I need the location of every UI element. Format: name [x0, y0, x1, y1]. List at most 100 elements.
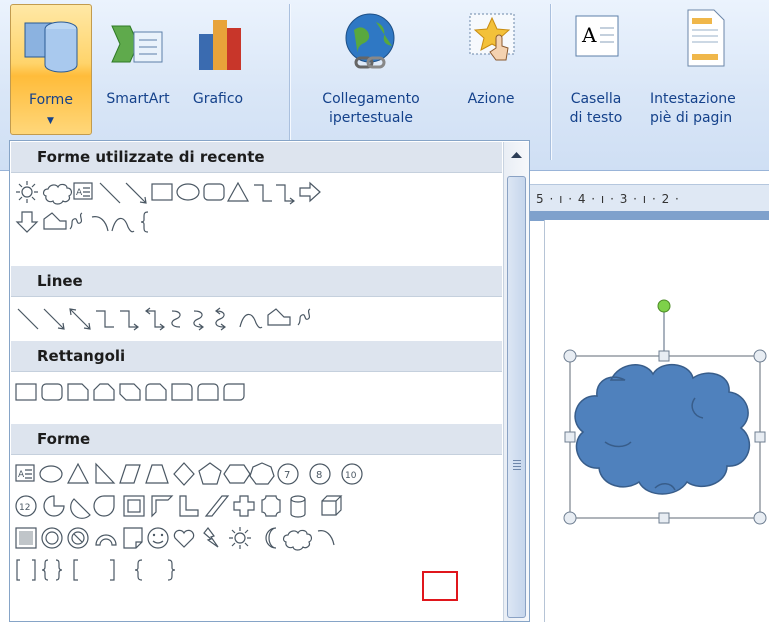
- curve-icon[interactable]: [111, 217, 135, 233]
- sun-icon[interactable]: [229, 527, 251, 549]
- rotate-handle[interactable]: [657, 299, 671, 313]
- diagonal-stripe-icon[interactable]: [204, 495, 230, 517]
- left-bracket-icon[interactable]: [73, 559, 78, 581]
- resize-handle[interactable]: [753, 511, 767, 525]
- right-bracket-icon[interactable]: [110, 559, 115, 581]
- elbow-connector-icon[interactable]: [254, 184, 272, 202]
- decagon-10-icon[interactable]: 10: [341, 463, 363, 485]
- elbow-arrow-connector-icon[interactable]: [276, 184, 295, 205]
- triangle-icon[interactable]: [67, 462, 89, 484]
- oval-icon[interactable]: [176, 183, 200, 201]
- dodecagon-12-icon[interactable]: 12: [15, 495, 37, 517]
- double-brace-icon[interactable]: [41, 559, 63, 581]
- right-brace-icon[interactable]: [167, 559, 176, 581]
- scroll-thumb[interactable]: [507, 176, 526, 618]
- no-symbol-icon[interactable]: [67, 527, 89, 549]
- rounded-rectangle-icon[interactable]: [41, 383, 63, 401]
- moon-icon[interactable]: [265, 527, 277, 549]
- plaque-icon[interactable]: [261, 495, 281, 517]
- resize-handle[interactable]: [563, 349, 577, 363]
- resize-handle[interactable]: [658, 350, 670, 362]
- snip-round-rectangle-icon[interactable]: [145, 383, 167, 401]
- snip-same-side-rectangle-icon[interactable]: [93, 383, 115, 401]
- cross-icon[interactable]: [233, 495, 255, 517]
- cube-icon[interactable]: [321, 495, 343, 516]
- curved-double-arrow-icon[interactable]: [215, 307, 226, 331]
- scroll-up-icon[interactable]: [507, 145, 526, 165]
- folded-corner-icon[interactable]: [123, 527, 143, 549]
- hexagon-icon[interactable]: [223, 464, 251, 484]
- shapes-button[interactable]: Forme ▼: [10, 4, 92, 135]
- cloud-shape-icon[interactable]: [282, 529, 313, 551]
- heart-icon[interactable]: [173, 529, 195, 548]
- pie-icon[interactable]: [43, 495, 65, 517]
- round-single-corner-rectangle-icon[interactable]: [171, 383, 193, 401]
- text-box-shape-icon[interactable]: A: [15, 464, 35, 482]
- rectangle-icon[interactable]: [151, 183, 173, 201]
- heptagon-7-icon[interactable]: 7: [277, 463, 299, 485]
- header-footer-button[interactable]: Intestazione piè di pagin: [640, 4, 769, 134]
- half-frame-icon[interactable]: [151, 495, 174, 518]
- l-shape-icon[interactable]: [179, 495, 199, 517]
- octagon-8-icon[interactable]: 8: [309, 463, 331, 485]
- chord-icon[interactable]: [70, 498, 91, 519]
- left-brace-icon[interactable]: [134, 559, 143, 581]
- elbow-arrow-connector-icon[interactable]: [120, 310, 139, 331]
- line-icon[interactable]: [99, 182, 121, 204]
- resize-handle[interactable]: [658, 512, 670, 524]
- can-icon[interactable]: [290, 495, 306, 518]
- smiley-face-icon[interactable]: [147, 527, 169, 549]
- arc-icon[interactable]: [317, 530, 335, 546]
- snip-corner-rectangle-icon[interactable]: [67, 383, 89, 401]
- rectangle-icon[interactable]: [15, 383, 37, 401]
- curved-arrow-connector-icon[interactable]: [193, 310, 204, 331]
- text-box-button[interactable]: A Casella di testo: [556, 4, 636, 134]
- rounded-rectangle-icon[interactable]: [203, 183, 225, 201]
- diamond-icon[interactable]: [173, 462, 195, 486]
- elbow-double-arrow-icon[interactable]: [145, 307, 165, 331]
- snip-diagonal-rectangle-icon[interactable]: [119, 383, 141, 401]
- line-icon[interactable]: [17, 308, 39, 330]
- down-arrow-icon[interactable]: [15, 211, 39, 233]
- parallelogram-icon[interactable]: [119, 464, 141, 484]
- trapezoid-icon[interactable]: [145, 464, 169, 484]
- cloud-fill[interactable]: [574, 364, 751, 495]
- cloud-icon[interactable]: [42, 183, 73, 205]
- oval-icon[interactable]: [39, 465, 63, 483]
- action-button[interactable]: Azione: [452, 4, 530, 134]
- block-arc-icon[interactable]: [95, 534, 117, 546]
- hyperlink-button[interactable]: Collegamento ipertestuale: [296, 4, 446, 134]
- resize-handle[interactable]: [563, 511, 577, 525]
- right-triangle-icon[interactable]: [95, 462, 116, 484]
- resize-handle[interactable]: [753, 349, 767, 363]
- left-brace-icon[interactable]: [140, 211, 149, 233]
- resize-handle[interactable]: [754, 431, 766, 443]
- scribble-icon[interactable]: [297, 308, 311, 326]
- scribble-icon[interactable]: [69, 212, 83, 230]
- pentagon-icon[interactable]: [198, 462, 222, 485]
- teardrop-icon[interactable]: [93, 495, 115, 517]
- curved-connector-icon[interactable]: [171, 310, 181, 328]
- bevel-icon[interactable]: [15, 527, 37, 549]
- chart-button[interactable]: Grafico: [181, 4, 255, 134]
- right-arrow-icon[interactable]: [299, 181, 321, 203]
- frame-icon[interactable]: [123, 495, 145, 517]
- triangle-icon[interactable]: [226, 181, 250, 202]
- slide-canvas[interactable]: [544, 220, 769, 622]
- freeform-icon[interactable]: [267, 308, 291, 326]
- double-arrow-line-icon[interactable]: [69, 308, 91, 330]
- selected-cloud-highlight[interactable]: [422, 571, 458, 601]
- heptagon-icon[interactable]: [249, 462, 275, 485]
- round-diagonal-rectangle-icon[interactable]: [223, 383, 245, 401]
- donut-icon[interactable]: [41, 527, 63, 549]
- gallery-scrollbar[interactable]: [503, 142, 529, 621]
- sun-icon[interactable]: [16, 181, 38, 203]
- arrow-line-icon[interactable]: [43, 308, 65, 330]
- arrow-line-icon[interactable]: [125, 182, 147, 204]
- lightning-bolt-icon[interactable]: [203, 527, 219, 548]
- resize-handle[interactable]: [564, 431, 576, 443]
- curve-icon[interactable]: [239, 313, 263, 329]
- round-same-side-rectangle-icon[interactable]: [197, 383, 219, 401]
- selected-cloud-shape[interactable]: [545, 220, 769, 622]
- elbow-connector-icon[interactable]: [96, 310, 114, 328]
